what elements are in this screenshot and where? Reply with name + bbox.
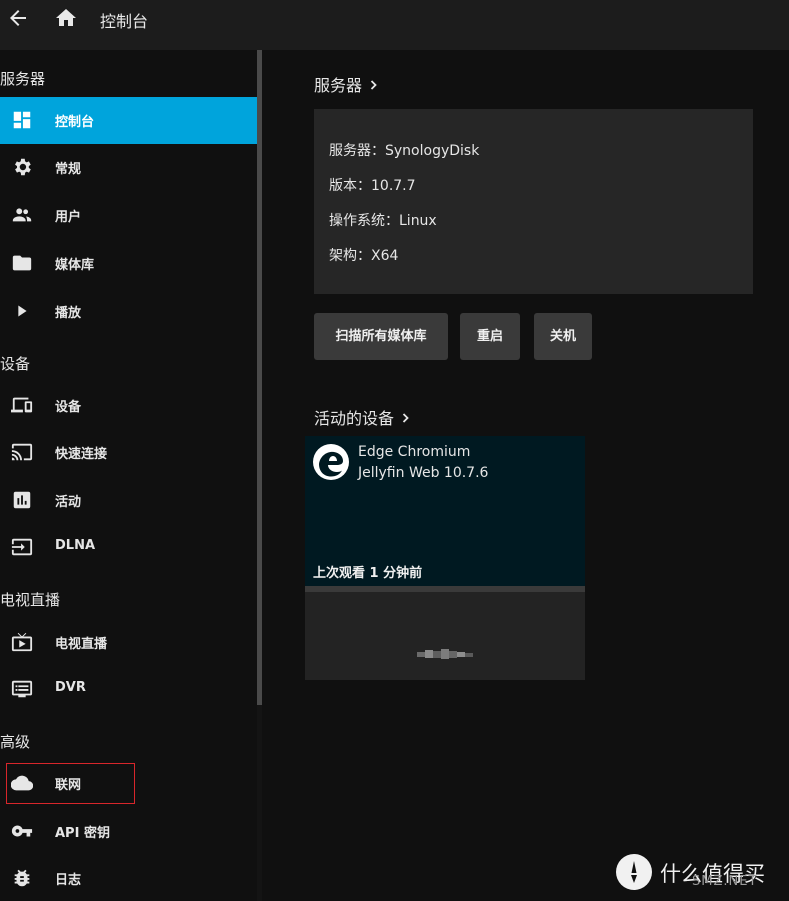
sidebar-item-dlna[interactable]: DLNA xyxy=(0,524,257,571)
sidebar-item-label: 播放 xyxy=(55,306,82,321)
sidebar-item-users[interactable]: 用户 xyxy=(0,192,257,239)
server-os-row: 操作系统：Linux xyxy=(329,213,437,229)
devices-icon xyxy=(11,397,33,413)
sidebar-item-label: 电视直播 xyxy=(55,637,108,652)
folder-icon xyxy=(12,255,32,271)
sidebar-item-dashboard[interactable]: 控制台 xyxy=(0,97,257,144)
dashboard-icon xyxy=(13,111,31,129)
play-icon xyxy=(18,305,27,317)
server-heading: 服务器 xyxy=(314,76,363,95)
sidebar-item-label: DLNA xyxy=(55,538,96,553)
server-heading-link[interactable]: 服务器 xyxy=(314,72,379,96)
section-title-server: 服务器 xyxy=(0,70,46,88)
sidebar-item-label: 常规 xyxy=(55,162,82,177)
pixelated-redaction xyxy=(417,649,473,659)
input-icon xyxy=(11,538,33,556)
chart-icon xyxy=(13,491,31,509)
sidebar-item-label: 日志 xyxy=(55,873,82,888)
server-arch-row: 架构：X64 xyxy=(329,248,399,264)
sidebar-item-library[interactable]: 媒体库 xyxy=(0,240,257,287)
section-title-advanced: 高级 xyxy=(0,733,31,751)
sidebar-item-label: 媒体库 xyxy=(55,258,95,273)
scan-all-libraries-button[interactable]: 扫描所有媒体库 xyxy=(314,313,448,360)
people-icon xyxy=(12,208,32,222)
sidebar-item-label: 快速连接 xyxy=(55,447,108,462)
chevron-right-icon xyxy=(370,80,377,90)
sidebar-scrollbar[interactable] xyxy=(257,50,262,901)
sidebar-item-dvr[interactable]: DVR xyxy=(0,666,257,713)
active-devices-heading: 活动的设备 xyxy=(314,409,395,428)
tv-icon xyxy=(11,632,33,652)
server-name-row: 服务器：SynologyDisk xyxy=(329,143,480,159)
sidebar-item-general[interactable]: 常规 xyxy=(0,144,257,191)
sidebar-item-logs[interactable]: 日志 xyxy=(0,855,257,901)
device-card-footer xyxy=(305,592,585,680)
dvr-icon xyxy=(11,680,33,698)
sidebar-item-playback[interactable]: 播放 xyxy=(0,288,257,335)
sidebar-item-label: 控制台 xyxy=(55,115,95,130)
sidebar-item-devices[interactable]: 设备 xyxy=(0,382,257,429)
sidebar-item-label: DVR xyxy=(55,680,86,695)
active-devices-heading-link[interactable]: 活动的设备 xyxy=(314,405,411,429)
highlight-box xyxy=(6,763,135,804)
server-version-row: 版本：10.7.7 xyxy=(329,178,416,194)
sidebar-item-label: 用户 xyxy=(55,210,82,225)
sidebar-item-activity[interactable]: 活动 xyxy=(0,477,257,524)
device-card-header: Edge Chromium Jellyfin Web 10.7.6 上次观看 1… xyxy=(305,436,585,586)
section-title-livetv: 电视直播 xyxy=(0,591,61,609)
sidebar-item-quick-connect[interactable]: 快速连接 xyxy=(0,429,257,476)
back-arrow-icon[interactable] xyxy=(6,6,30,30)
sidebar-item-label: 设备 xyxy=(55,400,82,415)
bug-icon xyxy=(14,869,30,887)
device-app-version: Jellyfin Web 10.7.6 xyxy=(358,465,489,481)
gear-icon xyxy=(15,158,31,176)
server-info-card: 服务器：SynologyDisk 版本：10.7.7 操作系统：Linux 架构… xyxy=(314,109,753,294)
home-icon[interactable] xyxy=(54,6,78,30)
page-title: 控制台 xyxy=(100,12,149,31)
chevron-right-icon xyxy=(402,413,409,423)
active-device-card[interactable]: Edge Chromium Jellyfin Web 10.7.6 上次观看 1… xyxy=(305,436,585,680)
shutdown-button[interactable]: 关机 xyxy=(534,313,592,360)
sidebar-item-label: API 密钥 xyxy=(55,826,110,841)
restart-button[interactable]: 重启 xyxy=(460,313,520,360)
top-app-bar: 控制台 xyxy=(0,0,789,50)
sidebar-item-label: 活动 xyxy=(55,495,82,510)
device-last-seen: 上次观看 1 分钟前 xyxy=(313,566,423,581)
key-icon xyxy=(11,825,33,837)
device-client-name: Edge Chromium xyxy=(358,444,471,460)
section-title-devices: 设备 xyxy=(0,355,31,373)
scrollbar-thumb[interactable] xyxy=(257,50,262,705)
cast-icon xyxy=(11,443,33,461)
watermark-site: SMZ.NET xyxy=(692,874,758,889)
sidebar-item-livetv[interactable]: 电视直播 xyxy=(0,619,257,666)
sidebar-item-api-keys[interactable]: API 密钥 xyxy=(0,808,257,855)
watermark-logo-icon xyxy=(616,854,652,890)
edge-browser-icon xyxy=(313,444,349,480)
